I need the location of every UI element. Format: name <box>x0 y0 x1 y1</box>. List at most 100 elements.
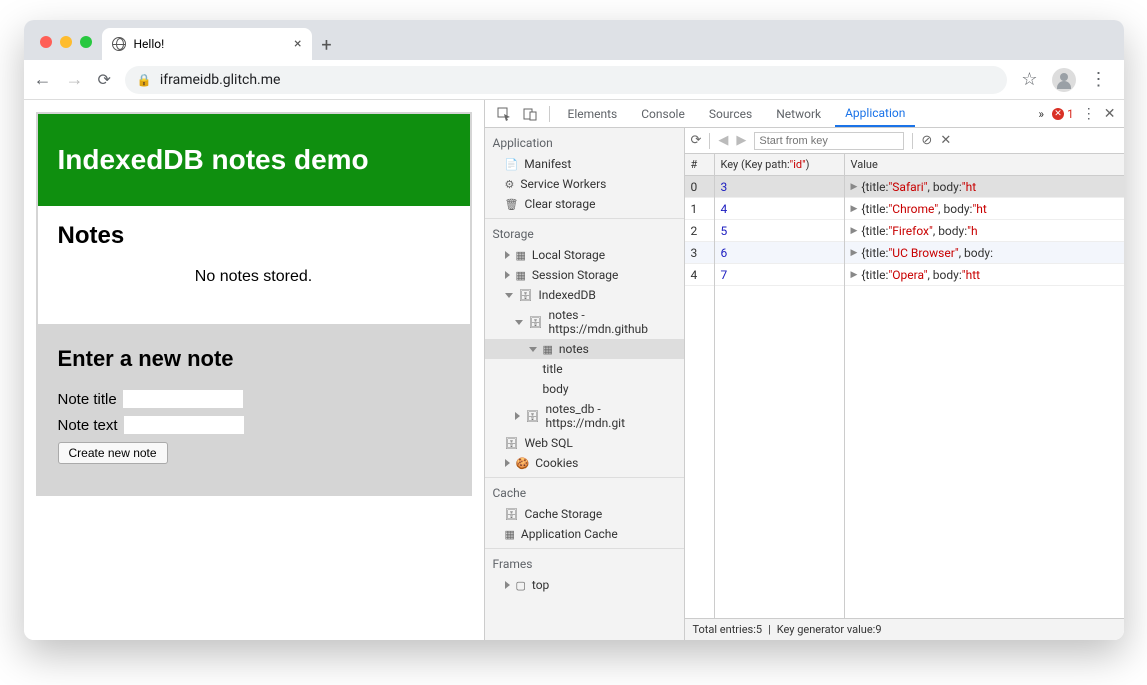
group-storage: Storage <box>485 223 684 245</box>
table-cell[interactable]: 4 <box>715 198 844 220</box>
window-close[interactable] <box>40 36 52 48</box>
sidebar-item-frame-top[interactable]: ▢top <box>485 575 684 595</box>
error-badge[interactable]: ✕ 1 <box>1052 107 1074 121</box>
start-from-key-input[interactable] <box>754 132 904 150</box>
sidebar-item-websql[interactable]: 🗄Web SQL <box>485 433 684 453</box>
devtools-panel: Elements Console Sources Network Applica… <box>484 100 1124 640</box>
more-tabs-icon[interactable]: » <box>1038 107 1044 121</box>
database-icon: 🗄 <box>519 289 533 302</box>
expand-icon[interactable]: ▶ <box>851 182 858 192</box>
tab-application[interactable]: Application <box>835 100 915 127</box>
tab-sources[interactable]: Sources <box>699 100 762 127</box>
table-cell[interactable]: ▶{title: "Chrome", body: "ht <box>845 198 1124 220</box>
tab-elements[interactable]: Elements <box>558 100 628 127</box>
gear-icon: ⚙ <box>505 178 515 191</box>
indexeddb-viewer: ⟳ ◀ ▶ ⊘ ✕ # 0 1 2 <box>685 128 1124 640</box>
sidebar-item-field-body[interactable]: body <box>485 379 684 399</box>
form-heading: Enter a new note <box>58 346 450 372</box>
refresh-icon[interactable]: ⟳ <box>691 133 702 148</box>
header-index: # <box>685 154 714 176</box>
sidebar-item-session-storage[interactable]: ▦Session Storage <box>485 265 684 285</box>
sidebar-item-local-storage[interactable]: ▦Local Storage <box>485 245 684 265</box>
table-cell[interactable]: 6 <box>715 242 844 264</box>
sidebar-item-service-workers[interactable]: ⚙Service Workers <box>485 174 684 194</box>
window-minimize[interactable] <box>60 36 72 48</box>
table-cell[interactable]: 3 <box>715 176 844 198</box>
create-note-button[interactable]: Create new note <box>58 442 168 464</box>
sidebar-item-manifest[interactable]: 📄Manifest <box>485 154 684 174</box>
sidebar-item-indexeddb[interactable]: 🗄IndexedDB <box>485 285 684 305</box>
sidebar-item-store-notes[interactable]: ▦notes <box>485 339 684 359</box>
col-index: # 0 1 2 3 4 <box>685 154 715 618</box>
table-cell[interactable]: 1 <box>685 198 714 220</box>
delete-icon[interactable]: ✕ <box>940 133 951 148</box>
inspect-icon[interactable] <box>493 105 515 123</box>
database-icon: 🗄 <box>505 437 519 450</box>
address-bar[interactable]: 🔒 iframeidb.glitch.me <box>125 66 1007 94</box>
file-icon: 📄 <box>505 158 519 171</box>
sidebar-item-clear-storage[interactable]: 🗑Clear storage <box>485 194 684 214</box>
devtools-menu-icon[interactable]: ⋮ <box>1082 106 1096 122</box>
note-title-input[interactable] <box>123 390 243 408</box>
chevron-right-icon <box>505 459 510 467</box>
devtools-close-icon[interactable]: ✕ <box>1104 106 1116 122</box>
table-cell[interactable]: ▶{title: "UC Browser", body: <box>845 242 1124 264</box>
chevron-down-icon <box>515 320 523 325</box>
database-icon: 🗄 <box>526 410 540 423</box>
forward-button[interactable]: → <box>66 69 84 90</box>
table-cell[interactable]: ▶{title: "Safari", body: "ht <box>845 176 1124 198</box>
sidebar-item-cookies[interactable]: 🍪Cookies <box>485 453 684 473</box>
window-zoom[interactable] <box>80 36 92 48</box>
storage-icon: ▦ <box>505 528 515 541</box>
browser-tab[interactable]: Hello! × <box>102 28 312 60</box>
new-tab-button[interactable]: + <box>312 30 342 60</box>
back-button[interactable]: ← <box>34 69 52 90</box>
sidebar-item-db-notesdb[interactable]: 🗄notes_db - https://mdn.git <box>485 399 684 433</box>
tab-close-icon[interactable]: × <box>294 36 301 52</box>
bookmark-icon[interactable]: ☆ <box>1021 69 1037 90</box>
table-cell[interactable]: 5 <box>715 220 844 242</box>
prev-page-icon[interactable]: ◀ <box>718 133 728 148</box>
chevron-down-icon <box>505 293 513 298</box>
frame-icon: ▢ <box>516 579 526 592</box>
clear-store-icon[interactable]: ⊘ <box>921 133 932 148</box>
traffic-lights <box>34 36 102 60</box>
device-toggle-icon[interactable] <box>519 105 541 123</box>
table-cell[interactable]: 3 <box>685 242 714 264</box>
expand-icon[interactable]: ▶ <box>851 270 858 280</box>
data-table: # 0 1 2 3 4 Key (Key path: "id") 3 4 5 <box>685 154 1124 618</box>
note-form: Enter a new note Note title Note text Cr… <box>38 324 470 494</box>
chevron-right-icon <box>505 271 510 279</box>
sidebar-item-cache-storage[interactable]: 🗄Cache Storage <box>485 504 684 524</box>
tab-console[interactable]: Console <box>631 100 695 127</box>
table-cell[interactable]: ▶{title: "Opera", body: "htt <box>845 264 1124 286</box>
note-text-input[interactable] <box>124 416 244 434</box>
storage-icon: ▦ <box>516 269 526 282</box>
expand-icon[interactable]: ▶ <box>851 226 858 236</box>
next-page-icon[interactable]: ▶ <box>736 133 746 148</box>
table-cell[interactable]: 2 <box>685 220 714 242</box>
sidebar-item-field-title[interactable]: title <box>485 359 684 379</box>
tab-network[interactable]: Network <box>766 100 831 127</box>
page-frame: IndexedDB notes demo Notes No notes stor… <box>36 112 472 496</box>
error-icon: ✕ <box>1052 108 1064 120</box>
storage-icon: ▦ <box>543 343 553 356</box>
trash-icon: 🗑 <box>505 198 519 211</box>
reload-button[interactable]: ⟳ <box>98 70 111 89</box>
storage-icon: ▦ <box>516 249 526 262</box>
data-toolbar: ⟳ ◀ ▶ ⊘ ✕ <box>685 128 1124 154</box>
table-cell[interactable]: 0 <box>685 176 714 198</box>
expand-icon[interactable]: ▶ <box>851 204 858 214</box>
browser-menu-icon[interactable]: ⋮ <box>1090 69 1108 90</box>
globe-icon <box>112 37 126 51</box>
sidebar-item-db-notes[interactable]: 🗄notes - https://mdn.github <box>485 305 684 339</box>
table-cell[interactable]: 4 <box>685 264 714 286</box>
profile-avatar[interactable] <box>1052 68 1076 92</box>
table-cell[interactable]: ▶{title: "Firefox", body: "h <box>845 220 1124 242</box>
col-key: Key (Key path: "id") 3 4 5 6 7 <box>715 154 845 618</box>
table-cell[interactable]: 7 <box>715 264 844 286</box>
sidebar-item-application-cache[interactable]: ▦Application Cache <box>485 524 684 544</box>
expand-icon[interactable]: ▶ <box>851 248 858 258</box>
group-application: Application <box>485 132 684 154</box>
url-text: iframeidb.glitch.me <box>160 72 281 88</box>
